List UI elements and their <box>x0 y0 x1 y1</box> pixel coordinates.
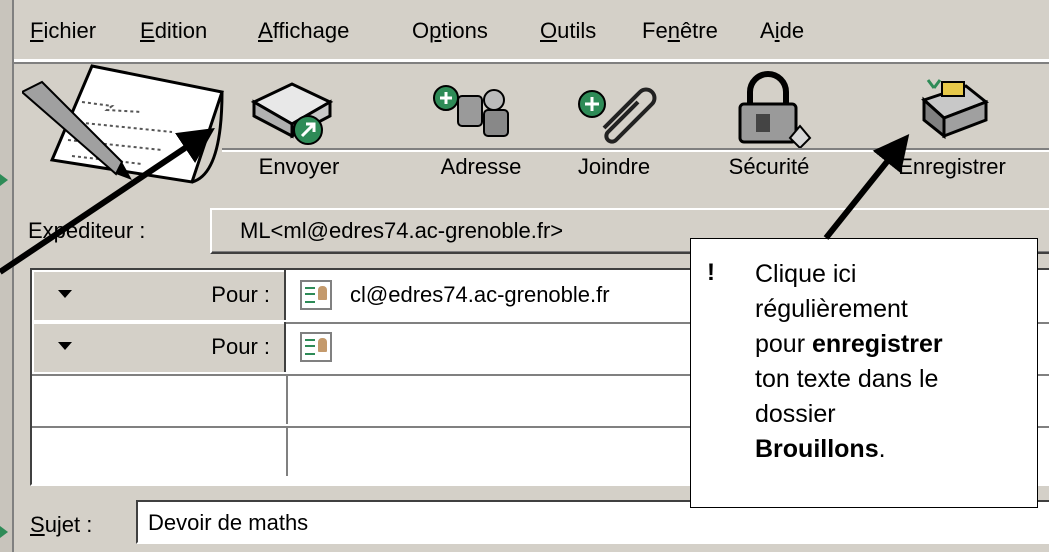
menu-aide[interactable]: Aide <box>760 18 804 44</box>
vcard-icon <box>300 280 332 310</box>
menu-fenetre[interactable]: Fenêtre <box>642 18 718 44</box>
subject-value: Devoir de maths <box>148 510 309 535</box>
adjacent-window-edge <box>0 0 14 552</box>
address-label: Adresse <box>440 154 522 179</box>
sender-label: Expéditeur : <box>28 218 146 243</box>
recipient-type-label: Pour : <box>211 282 270 307</box>
recipient-type-label: Pour : <box>211 334 270 359</box>
send-label: Envoyer <box>258 154 340 179</box>
compose-pen-icon <box>20 64 232 192</box>
menu-affichage[interactable]: Affichage <box>258 18 349 44</box>
toolbar-divider <box>222 148 1049 150</box>
address-button[interactable]: Adresse <box>406 68 556 188</box>
recipient-address[interactable]: cl@edres74.ac-grenoble.fr <box>350 282 610 308</box>
save-label: Enregistrer <box>898 154 1006 179</box>
address-book-icon <box>432 82 522 147</box>
menu-bar: Fichier Edition Affichage Options Outils… <box>14 0 1049 64</box>
menu-edition[interactable]: Edition <box>140 18 207 44</box>
dropdown-arrow-icon <box>58 342 72 350</box>
recipient-type-dropdown[interactable]: Pour : <box>32 322 286 372</box>
attach-button[interactable]: Joindre <box>554 68 674 188</box>
padlock-icon <box>726 70 816 155</box>
tip-callout: ! Clique ici régulièrement pour enregist… <box>690 238 1038 508</box>
security-button[interactable]: Sécurité <box>704 68 834 188</box>
menu-outils[interactable]: Outils <box>540 18 596 44</box>
dropdown-arrow-icon <box>58 290 72 298</box>
green-marker-icon <box>0 526 8 538</box>
sender-value: ML<ml@edres74.ac-grenoble.fr> <box>240 218 564 243</box>
vcard-icon <box>300 332 332 362</box>
send-envelope-icon <box>246 76 336 151</box>
save-floppy-icon <box>914 76 994 151</box>
toolbar: Envoyer Adresse Joindre Sécurité Enregis… <box>14 64 1049 192</box>
paperclip-icon <box>574 78 664 153</box>
menu-fichier[interactable]: Fichier <box>30 18 96 44</box>
menu-options[interactable]: Options <box>412 18 488 44</box>
subject-label: Sujet : <box>30 512 93 537</box>
exclamation-icon: ! <box>707 259 715 286</box>
attach-label: Joindre <box>577 154 651 179</box>
security-label: Sécurité <box>728 154 810 179</box>
tip-text: Clique ici régulièrement pour enregistre… <box>755 260 943 463</box>
green-marker-icon <box>0 174 8 186</box>
send-button[interactable]: Envoyer <box>230 68 350 188</box>
recipient-type-dropdown[interactable]: Pour : <box>32 270 286 320</box>
save-button[interactable]: Enregistrer <box>872 68 1032 188</box>
